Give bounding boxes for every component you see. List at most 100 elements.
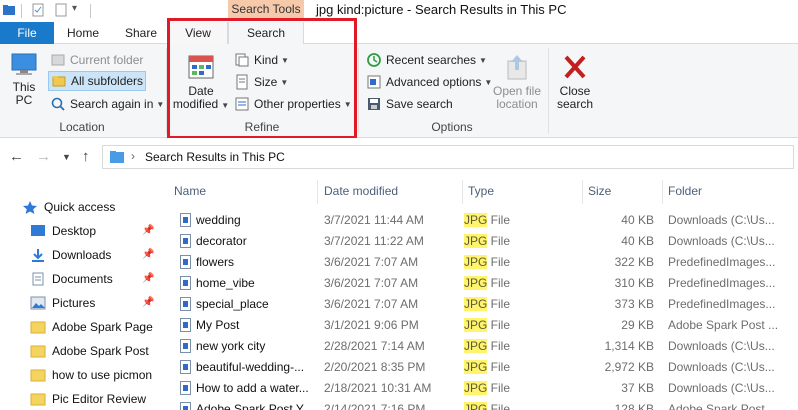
nav-item-quick-access[interactable]: Quick access: [22, 196, 115, 218]
file-size: 40 KB: [621, 213, 654, 227]
file-folder: Downloads (C:\Us...: [668, 360, 775, 374]
file-name: decorator: [196, 234, 247, 248]
open-file-location-button[interactable]: Open file location: [488, 52, 546, 111]
nav-item-documents[interactable]: Documents: [30, 268, 113, 290]
pin-icon[interactable]: 📌: [142, 273, 154, 284]
nav-item-desktop[interactable]: Desktop: [30, 220, 96, 242]
file-type: JPG File: [464, 276, 574, 290]
pin-icon[interactable]: 📌: [142, 225, 154, 236]
file-folder: Downloads (C:\Us...: [668, 381, 775, 395]
jpg-file-icon: [180, 381, 191, 395]
search-again-in-button[interactable]: Search again in ▼: [50, 94, 164, 114]
all-subfolders-button[interactable]: All subfolders: [48, 71, 147, 91]
table-row[interactable]: flowers 3/6/2021 7:07 AM JPG File 322 KB…: [160, 252, 798, 273]
file-name: How to add a water...: [196, 381, 309, 395]
table-row[interactable]: wedding 3/7/2021 11:44 AM JPG File 40 KB…: [160, 210, 798, 231]
table-row[interactable]: How to add a water... 2/18/2021 10:31 AM…: [160, 378, 798, 399]
nav-item-label: Quick access: [44, 200, 116, 214]
customize-toolbar-icon[interactable]: ▾: [72, 3, 77, 14]
file-type: JPG File: [464, 255, 574, 269]
file-date: 2/14/2021 7:16 PM: [324, 402, 426, 410]
nav-item-how-to-use-picmon[interactable]: how to use picmon: [30, 364, 152, 386]
file-folder: Downloads (C:\Us...: [668, 339, 775, 353]
nav-item-downloads[interactable]: Downloads: [30, 244, 111, 266]
chevron-down-icon: ▼: [479, 55, 487, 65]
tab-file[interactable]: File: [0, 22, 54, 44]
file-size: 373 KB: [614, 297, 654, 311]
file-name: wedding: [196, 213, 241, 227]
table-row[interactable]: My Post 3/1/2021 9:06 PM JPG File 29 KB …: [160, 315, 798, 336]
file-name: home_vibe: [196, 276, 255, 290]
advanced-options-label: Advanced options: [386, 75, 482, 89]
ribbon: This PC Current folder All subfolders Se…: [0, 44, 798, 138]
column-header-date-modified[interactable]: Date modified: [324, 176, 398, 206]
advanced-options-button[interactable]: Advanced options ▼: [366, 72, 492, 92]
nav-item-label: Pictures: [52, 296, 96, 310]
jpg-file-icon: [180, 360, 191, 374]
column-header-type[interactable]: Type: [468, 176, 494, 206]
this-pc-button[interactable]: This PC: [6, 52, 42, 107]
new-folder-icon[interactable]: [54, 3, 68, 17]
properties-icon[interactable]: [31, 3, 45, 17]
close-search-button[interactable]: Close search: [554, 52, 596, 111]
recent-locations-chevron-icon[interactable]: ▼: [62, 152, 71, 162]
back-arrow-icon[interactable]: ←: [9, 148, 24, 165]
advanced-options-icon: [367, 75, 381, 89]
nav-item-adobe-spark-page[interactable]: Adobe Spark Page: [30, 316, 153, 338]
table-row[interactable]: decorator 3/7/2021 11:22 AM JPG File 40 …: [160, 231, 798, 252]
up-arrow-icon[interactable]: ↑: [82, 148, 90, 165]
column-separator[interactable]: [317, 180, 318, 204]
tab-home[interactable]: Home: [56, 22, 110, 44]
file-type-rest: File: [487, 213, 511, 227]
table-row[interactable]: beautiful-wedding-... 2/20/2021 8:35 PM …: [160, 357, 798, 378]
pin-icon[interactable]: 📌: [142, 297, 154, 308]
current-folder-button[interactable]: Current folder: [50, 50, 143, 70]
file-size: 322 KB: [614, 255, 654, 269]
column-separator[interactable]: [582, 180, 583, 204]
nav-item-pic-editor-review[interactable]: Pic Editor Review: [30, 388, 146, 410]
table-row[interactable]: home_vibe 3/6/2021 7:07 AM JPG File 310 …: [160, 273, 798, 294]
recent-searches-button[interactable]: Recent searches ▼: [366, 50, 487, 70]
navigation-pane: Quick access Desktop 📌 Downloads 📌 Docum…: [0, 176, 160, 410]
nav-item-pictures[interactable]: Pictures: [30, 292, 95, 314]
pin-icon[interactable]: 📌: [142, 249, 154, 260]
column-header-size[interactable]: Size: [588, 176, 611, 206]
nav-item-adobe-spark-post[interactable]: Adobe Spark Post: [30, 340, 149, 362]
file-type-highlight: JPG: [464, 297, 488, 311]
file-size: 29 KB: [621, 318, 654, 332]
file-list: Name Date modified Type Size Folder wedd…: [160, 176, 798, 410]
file-type: JPG File: [464, 381, 574, 395]
column-header-folder[interactable]: Folder: [668, 176, 702, 206]
nav-item-label: how to use picmon: [52, 368, 153, 382]
file-type-highlight: JPG: [464, 402, 488, 410]
subfolders-icon: [52, 76, 66, 87]
file-name: flowers: [196, 255, 235, 269]
jpg-file-icon: [180, 297, 191, 311]
file-type-highlight: JPG: [464, 339, 488, 353]
file-date: 2/18/2021 10:31 AM: [324, 381, 432, 395]
star-icon: [23, 201, 37, 214]
column-separator[interactable]: [662, 180, 663, 204]
table-row[interactable]: special_place 3/6/2021 7:07 AM JPG File …: [160, 294, 798, 315]
forward-arrow-icon[interactable]: →: [36, 148, 51, 165]
table-row[interactable]: new york city 2/28/2021 7:14 AM JPG File…: [160, 336, 798, 357]
column-header-name[interactable]: Name: [174, 176, 206, 206]
address-bar[interactable]: › Search Results in This PC: [102, 145, 794, 169]
jpg-file-icon: [180, 402, 191, 410]
file-type: JPG File: [464, 213, 574, 227]
jpg-file-icon: [180, 339, 191, 353]
column-separator[interactable]: [462, 180, 463, 204]
table-row[interactable]: Adobe Spark Post Y... 2/14/2021 7:16 PM …: [160, 399, 798, 410]
file-type-rest: File: [487, 318, 511, 332]
jpg-file-icon: [180, 234, 191, 248]
nav-item-label: Adobe Spark Post: [52, 344, 149, 358]
file-folder: Downloads (C:\Us...: [668, 234, 775, 248]
breadcrumb[interactable]: Search Results in This PC: [145, 150, 285, 164]
group-separator: [548, 48, 549, 134]
tab-share[interactable]: Share: [114, 22, 168, 44]
group-separator: [358, 48, 359, 134]
file-type: JPG File: [464, 339, 574, 353]
save-search-button[interactable]: Save search: [366, 94, 453, 114]
file-size: 2,972 KB: [604, 360, 654, 374]
file-type-rest: File: [487, 339, 511, 353]
